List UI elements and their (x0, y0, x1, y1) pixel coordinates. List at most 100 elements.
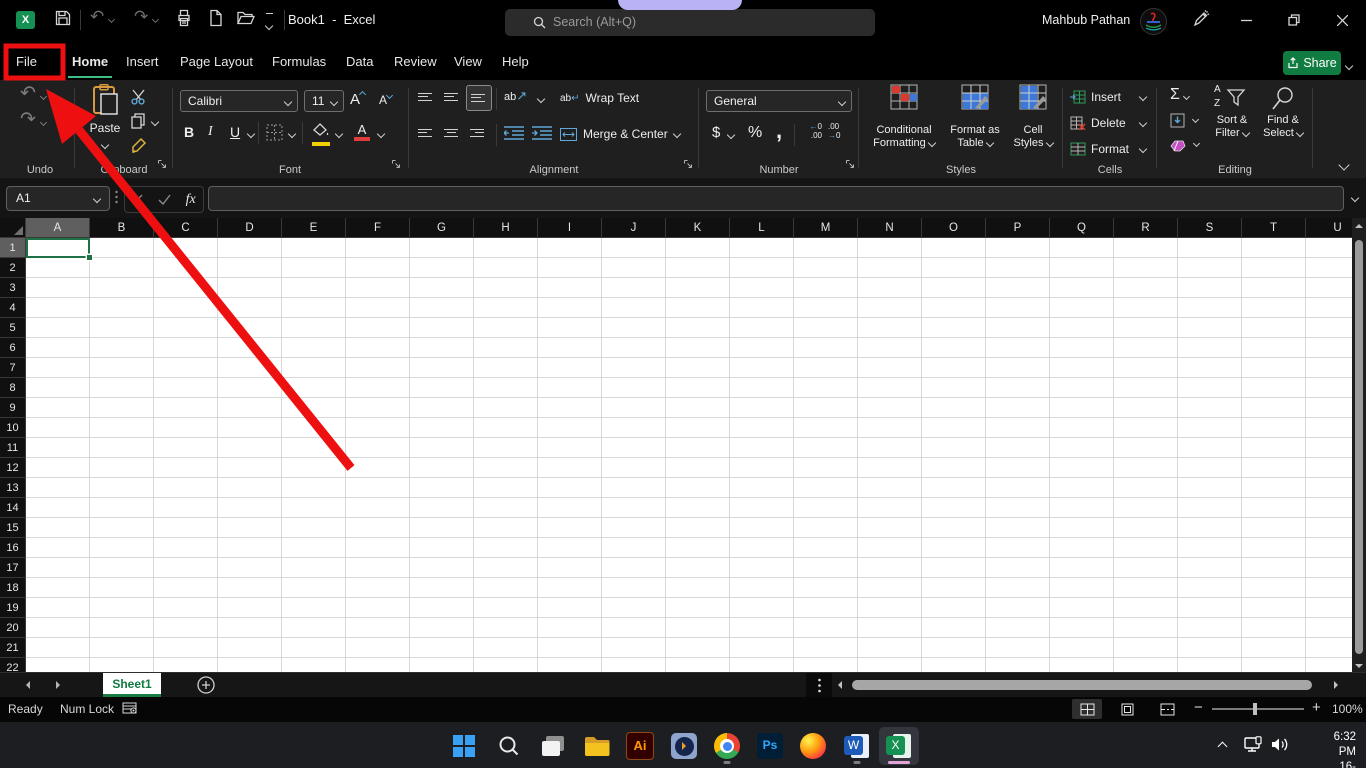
horizontal-scroll-thumb[interactable] (852, 680, 1312, 690)
chevron-down-icon[interactable] (288, 130, 296, 138)
row-header-11[interactable]: 11 (0, 438, 25, 458)
normal-view-button[interactable] (1072, 699, 1102, 719)
print-preview-icon[interactable] (176, 9, 194, 32)
increase-indent-icon[interactable] (532, 126, 552, 145)
tab-review[interactable]: Review (390, 50, 441, 76)
user-name[interactable]: Mahbub Pathan (1042, 13, 1130, 27)
column-header-P[interactable]: P (986, 218, 1050, 237)
redo-icon[interactable]: ↷ (134, 7, 158, 27)
zoom-slider-track[interactable] (1212, 708, 1304, 710)
column-header-N[interactable]: N (858, 218, 922, 237)
font-color-icon[interactable]: A (354, 122, 370, 141)
hidden-icons-chevron[interactable] (1218, 742, 1228, 752)
chevron-down-icon[interactable] (247, 130, 255, 138)
format-as-table-button[interactable]: Format as Table (944, 84, 1006, 110)
chevron-down-icon[interactable] (151, 118, 159, 126)
row-header-22[interactable]: 22 (0, 658, 25, 672)
find-select-button[interactable]: Find & Select (1258, 84, 1308, 140)
tab-help[interactable]: Help (498, 50, 533, 76)
open-folder-icon[interactable] (236, 9, 256, 32)
photoshop-button[interactable]: Ps (750, 727, 790, 765)
hscroll-left-icon[interactable] (838, 681, 842, 689)
row-header-6[interactable]: 6 (0, 338, 25, 358)
page-break-view-button[interactable] (1152, 699, 1182, 719)
zoom-slider-handle[interactable] (1253, 703, 1257, 715)
collapse-ribbon-icon[interactable] (1340, 156, 1348, 174)
underline-button[interactable]: U (230, 124, 240, 140)
merge-center-button[interactable]: Merge & Center (560, 122, 680, 146)
column-header-F[interactable]: F (346, 218, 410, 237)
bottom-align-icon[interactable] (466, 85, 492, 111)
row-header-20[interactable]: 20 (0, 618, 25, 638)
formula-input[interactable] (208, 186, 1344, 211)
column-header-M[interactable]: M (794, 218, 858, 237)
word-button[interactable]: W (837, 727, 877, 765)
vertical-scrollbar[interactable] (1352, 218, 1366, 672)
borders-icon[interactable] (266, 124, 284, 147)
row-header-15[interactable]: 15 (0, 518, 25, 538)
format-painter-icon[interactable] (130, 137, 148, 160)
row-header-2[interactable]: 2 (0, 258, 25, 278)
column-header-D[interactable]: D (218, 218, 282, 237)
excel-button[interactable]: X (879, 727, 919, 765)
row-header-12[interactable]: 12 (0, 458, 25, 478)
align-left-icon[interactable] (418, 126, 432, 144)
conditional-formatting-button[interactable]: Conditional Formatting (864, 84, 944, 110)
tab-formulas[interactable]: Formulas (268, 50, 330, 76)
undo-icon[interactable]: ↶ (90, 7, 114, 27)
sheet-prev-icon[interactable] (26, 681, 30, 689)
tab-view[interactable]: View (450, 50, 486, 76)
redo-icon[interactable]: ↷ (20, 108, 46, 131)
column-header-T[interactable]: T (1242, 218, 1306, 237)
fill-icon[interactable] (1170, 113, 1198, 133)
close-button[interactable] (1320, 0, 1364, 40)
font-size-select[interactable]: 11 (304, 90, 344, 112)
column-header-G[interactable]: G (410, 218, 474, 237)
start-button[interactable] (444, 727, 484, 765)
firefox-button[interactable] (793, 727, 833, 765)
row-header-3[interactable]: 3 (0, 278, 25, 298)
row-header-21[interactable]: 21 (0, 638, 25, 658)
drag-dots-icon[interactable] (115, 190, 118, 210)
column-header-S[interactable]: S (1178, 218, 1242, 237)
avatar[interactable] (1140, 8, 1167, 35)
column-header-H[interactable]: H (474, 218, 538, 237)
column-header-L[interactable]: L (730, 218, 794, 237)
zoom-level[interactable]: 100% (1332, 702, 1363, 716)
select-all-button[interactable] (0, 218, 26, 238)
row-header-10[interactable]: 10 (0, 418, 25, 438)
column-header-Q[interactable]: Q (1050, 218, 1114, 237)
column-header-B[interactable]: B (90, 218, 154, 237)
illustrator-button[interactable]: Ai (620, 727, 660, 765)
row-header-5[interactable]: 5 (0, 318, 25, 338)
column-header-O[interactable]: O (922, 218, 986, 237)
selected-cell-A1[interactable] (26, 238, 90, 258)
hscroll-right-icon[interactable] (1334, 681, 1338, 689)
fill-color-icon[interactable] (312, 123, 330, 146)
media-player-button[interactable] (664, 727, 704, 765)
column-header-C[interactable]: C (154, 218, 218, 237)
format-cells-button[interactable]: Format (1070, 138, 1152, 160)
cut-icon[interactable] (130, 88, 147, 110)
row-header-7[interactable]: 7 (0, 358, 25, 378)
row-header-18[interactable]: 18 (0, 578, 25, 598)
shrink-font-button[interactable]: A (379, 93, 392, 107)
orientation-icon[interactable]: ab↗ (504, 88, 527, 104)
expand-formula-bar-icon[interactable] (1351, 194, 1359, 202)
chevron-down-icon[interactable] (727, 131, 735, 139)
sheet-next-icon[interactable] (56, 681, 60, 689)
customize-quick-access-icon[interactable] (266, 13, 273, 34)
zoom-out-icon[interactable]: − (1194, 699, 1203, 716)
paste-button[interactable]: Paste (84, 84, 126, 160)
search-input[interactable]: Search (Alt+Q) (505, 9, 875, 36)
column-header-E[interactable]: E (282, 218, 346, 237)
wrap-text-button[interactable]: ab↵ Wrap Text (560, 86, 639, 110)
grow-font-button[interactable]: A (350, 91, 365, 108)
number-format-select[interactable]: General (706, 90, 852, 112)
row-header-1[interactable]: 1 (0, 238, 25, 258)
dialog-launcher-icon[interactable] (845, 156, 855, 174)
page-layout-view-button[interactable] (1112, 699, 1142, 719)
column-header-A[interactable]: A (26, 218, 90, 237)
scrollbar-options-icon[interactable] (806, 673, 832, 697)
chrome-button[interactable] (707, 727, 747, 765)
